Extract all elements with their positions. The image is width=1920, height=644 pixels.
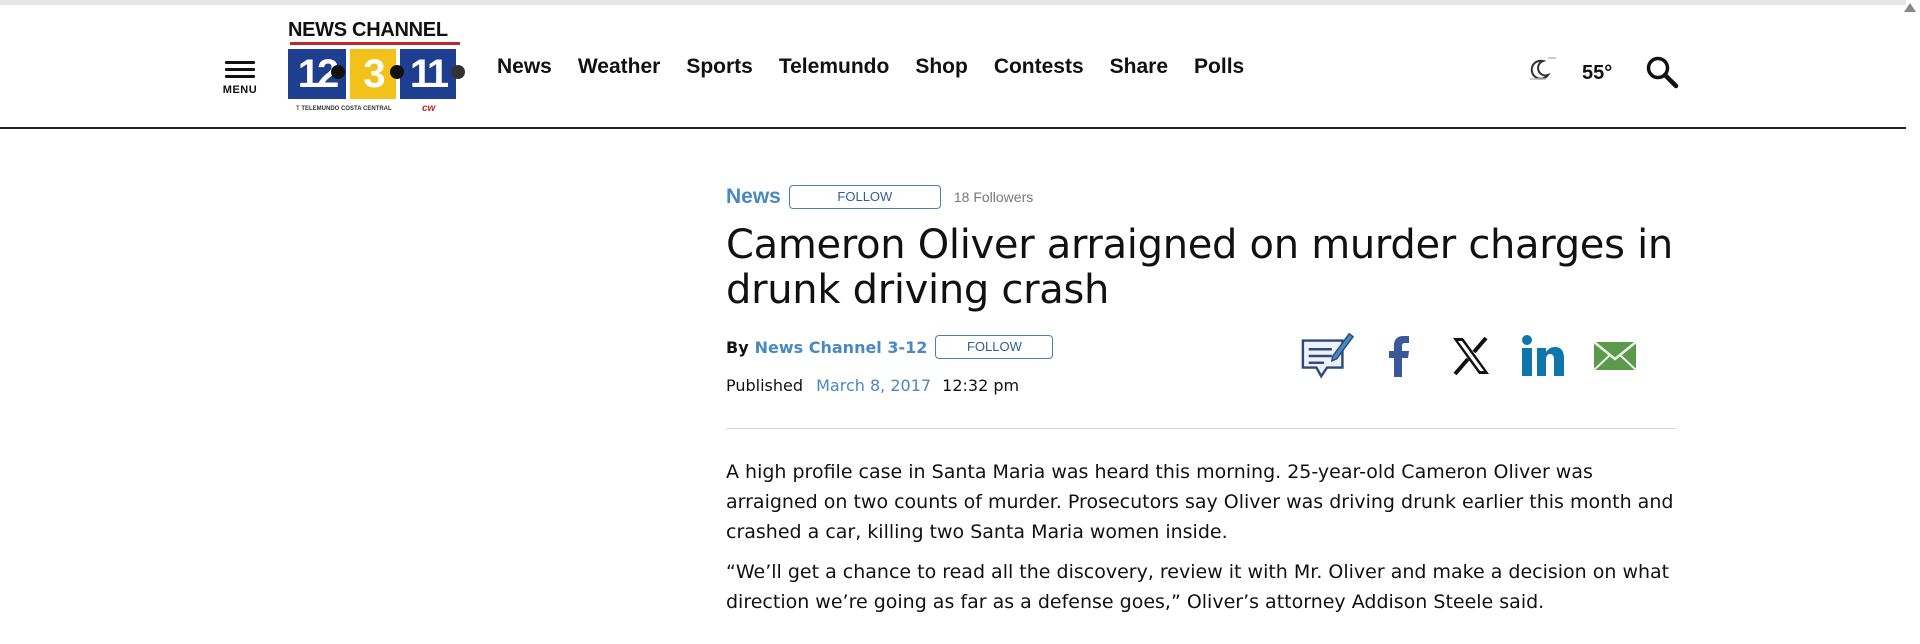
follow-category-button[interactable]: FOLLOW (788, 185, 941, 209)
main-nav: News Weather Sports Telemundo Shop Conte… (497, 55, 1270, 79)
follow-author-button[interactable]: FOLLOW (935, 335, 1054, 359)
article-headline: Cameron Oliver arraigned on murder charg… (726, 222, 1673, 313)
logo-channel-11: 11 (400, 49, 456, 99)
telemundo-mark: T (296, 106, 300, 112)
byline: By News Channel 3-12 FOLLOW (726, 335, 1054, 359)
followers-count: 18 Followers (953, 189, 1034, 205)
email-icon[interactable] (1588, 329, 1642, 383)
nav-item-sports[interactable]: Sports (686, 55, 753, 79)
menu-label: MENU (222, 84, 258, 96)
article-paragraph: A high profile case in Santa Maria was h… (726, 461, 1674, 543)
author-link[interactable]: News Channel 3-12 (755, 338, 928, 357)
hamburger-icon (225, 61, 255, 64)
temperature[interactable]: 55° (1582, 62, 1612, 85)
logo-underline (290, 42, 460, 45)
article-divider (726, 428, 1676, 429)
x-icon[interactable] (1444, 329, 1498, 383)
nav-item-telemundo[interactable]: Telemundo (779, 55, 889, 79)
hamburger-icon-bar (225, 75, 255, 78)
category-row: News FOLLOW 18 Followers (726, 183, 1676, 211)
nav-item-contests[interactable]: Contests (994, 55, 1084, 79)
published-label: Published (726, 376, 804, 395)
search-icon[interactable] (1645, 55, 1679, 89)
published-time: 12:32 pm (942, 376, 1020, 395)
logo-channel-3: 3 (350, 49, 396, 99)
abc-logo-icon (390, 65, 404, 79)
fox-logo-icon (451, 65, 465, 79)
menu-button[interactable]: MENU (217, 55, 263, 101)
article-paragraph: “We’ll get a chance to read all the disc… (726, 561, 1670, 613)
site-logo[interactable]: NEWS CHANNEL 12 3 11 T TELEMUNDO COSTA C… (286, 19, 470, 119)
article: News FOLLOW 18 Followers Cameron Oliver … (726, 183, 1676, 613)
nav-item-news[interactable]: News (497, 55, 552, 79)
article-body: A high profile case in Santa Maria was h… (726, 457, 1676, 627)
published-date: March 8, 2017 (816, 376, 932, 395)
logo-subtitle-text: TELEMUNDO COSTA CENTRAL (301, 106, 392, 112)
nav-item-share[interactable]: Share (1110, 55, 1168, 79)
facebook-icon[interactable] (1372, 329, 1426, 383)
linkedin-icon[interactable] (1516, 329, 1570, 383)
published-info: Published March 8, 2017 12:32 pm (726, 376, 1019, 395)
category-link[interactable]: News (726, 185, 781, 209)
cbs-eye-icon (331, 65, 345, 79)
nav-item-shop[interactable]: Shop (915, 55, 968, 79)
share-bar (1300, 329, 1660, 383)
site-header: MENU NEWS CHANNEL 12 3 11 T TELEMUNDO CO… (0, 5, 1906, 129)
cw-logo: cw (422, 103, 436, 114)
logo-title: NEWS CHANNEL (288, 19, 448, 41)
logo-subtitle: T TELEMUNDO COSTA CENTRAL (296, 106, 392, 112)
comment-icon[interactable] (1300, 329, 1354, 383)
moon-cloud-icon[interactable] (1526, 55, 1556, 81)
nav-item-polls[interactable]: Polls (1194, 55, 1244, 79)
nav-item-weather[interactable]: Weather (578, 55, 660, 79)
byline-label: By (726, 337, 749, 357)
hamburger-icon-bar (225, 68, 255, 71)
